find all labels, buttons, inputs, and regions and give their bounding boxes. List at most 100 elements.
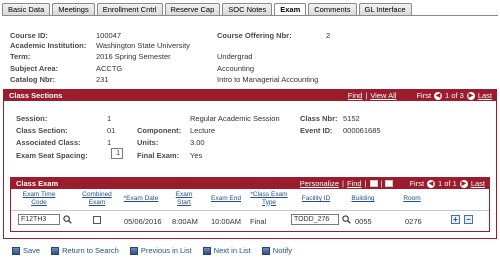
course-id-label: Course ID: (10, 31, 48, 40)
class-exam-title: Class Exam (16, 179, 59, 188)
units-label: Units: (137, 138, 159, 147)
class-exam-grid: Class Exam Personalize | Find | | First … (10, 177, 490, 232)
institution-label: Academic Institution: (10, 41, 87, 50)
course-header: Course ID: 100047 Course Offering Nbr: 2… (10, 31, 490, 91)
row-range: 1 of 3 (445, 91, 464, 100)
prev-arrow-icon[interactable]: ◀ (427, 179, 436, 188)
subject-desc: Accounting (217, 64, 255, 73)
previous-in-list-button[interactable]: Previous in List (128, 245, 194, 256)
building-value: 0055 (355, 217, 372, 226)
view-all-link[interactable]: View All (370, 91, 396, 100)
seat-spacing-input[interactable]: 1 (111, 148, 123, 159)
save-button[interactable]: Save (10, 245, 42, 256)
return-to-search-button[interactable]: Return to Search (49, 245, 121, 256)
facility-id-input[interactable]: TODD_276 (291, 214, 339, 225)
separator: | (380, 179, 383, 188)
tab-gl-interface[interactable]: GL Interface (358, 3, 412, 15)
tab-meetings[interactable]: Meetings (52, 3, 95, 15)
subject-value: ACCTG (96, 64, 123, 73)
lookup-icon[interactable] (342, 215, 351, 224)
class-exam-nav: Personalize | Find | | First ◀ 1 of 1 ▶ … (300, 179, 485, 188)
room-value: 0276 (405, 217, 422, 226)
col-facility-id[interactable]: Facility ID (295, 195, 337, 203)
class-sections-bar: Class Sections Find | View All First ◀ 1… (4, 90, 496, 101)
personalize-link[interactable]: Personalize (300, 179, 339, 188)
find-link[interactable]: Find (348, 91, 363, 100)
next-label: Next in List (213, 246, 251, 255)
last-link[interactable]: Last (478, 91, 492, 100)
combined-exam-checkbox[interactable] (93, 216, 101, 224)
view-all-icon[interactable] (369, 180, 378, 187)
next-arrow-icon[interactable]: ▶ (466, 91, 475, 100)
button-bar: Save Return to Search Previous in List N… (10, 245, 294, 256)
tab-divider (2, 15, 498, 16)
first-label: First (416, 91, 432, 100)
event-id-value: 000061685 (343, 126, 381, 135)
table-row: F12TH3 05/06/2016 8:00AM 10:00AM Final T… (11, 211, 489, 229)
component-label: Component: (137, 126, 182, 135)
class-sections-nav: Find | View All First ◀ 1 of 3 ▶ Last (348, 91, 492, 100)
col-exam-time-code[interactable]: Exam Time Code (17, 191, 61, 206)
class-nbr-value: 5152 (343, 114, 360, 123)
tab-soc-notes[interactable]: SOC Notes (222, 3, 273, 15)
col-exam-date[interactable]: *Exam Date (121, 195, 161, 203)
next-arrow-icon[interactable]: ▶ (459, 179, 468, 188)
exam-start-value: 8:00AM (172, 217, 198, 226)
delete-row-icon[interactable]: − (464, 215, 473, 224)
component-value: Lecture (190, 126, 216, 135)
seat-spacing-label: Exam Seat Spacing: (16, 151, 88, 160)
tab-comments[interactable]: Comments (308, 3, 357, 15)
assoc-class-label: Associated Class: (16, 138, 81, 147)
session-label: Session: (16, 114, 48, 123)
next-icon (202, 246, 211, 255)
col-building[interactable]: Building (345, 195, 381, 203)
class-section-label: Class Section: (16, 126, 68, 135)
offering-value: 2 (326, 31, 331, 40)
next-in-list-button[interactable]: Next in List (201, 245, 253, 256)
notify-label: Notify (272, 246, 292, 255)
row-range: 1 of 1 (438, 179, 457, 188)
career-value: Undergrad (217, 52, 253, 61)
final-exam-label: Final Exam: (137, 151, 180, 160)
previous-icon (129, 246, 138, 255)
col-exam-start[interactable]: Exam Start (169, 191, 199, 206)
exam-date-value: 05/06/2016 (124, 217, 162, 226)
term-value: 2016 Spring Semester (96, 52, 171, 61)
final-exam-value: Yes (190, 151, 203, 160)
notify-button[interactable]: Notify (260, 245, 294, 256)
separator: | (364, 179, 367, 188)
col-combined-exam[interactable]: Combined Exam (77, 191, 117, 206)
course-id-value: 100047 (96, 31, 122, 40)
col-class-exam-type[interactable]: *Class Exam Type (247, 191, 291, 206)
return-label: Return to Search (62, 246, 119, 255)
previous-label: Previous in List (140, 246, 192, 255)
col-exam-end[interactable]: Exam End (207, 195, 245, 203)
separator: | (365, 91, 368, 100)
offering-label: Course Offering Nbr: (217, 31, 292, 40)
tab-enrollment-cntrl[interactable]: Enrollment Cntrl (96, 3, 163, 15)
term-label: Term: (10, 52, 31, 61)
first-label: First (409, 179, 425, 188)
col-room[interactable]: Room (397, 195, 427, 203)
event-id-label: Event ID: (300, 126, 333, 135)
class-section-value: 01 (107, 126, 116, 135)
institution-value: Washington State University (96, 41, 190, 50)
download-icon[interactable] (385, 180, 394, 187)
tab-basic-data[interactable]: Basic Data (2, 3, 51, 15)
return-icon (51, 246, 60, 255)
session-desc: Regular Academic Session (190, 114, 280, 123)
last-link[interactable]: Last (471, 179, 485, 188)
tab-reserve-cap[interactable]: Reserve Cap (164, 3, 221, 15)
catalog-value: 231 (96, 75, 109, 84)
class-sections-title: Class Sections (9, 91, 63, 100)
add-row-icon[interactable]: + (451, 215, 460, 224)
catalog-label: Catalog Nbr: (10, 75, 55, 84)
lookup-icon[interactable] (63, 215, 72, 224)
exam-time-code-input[interactable]: F12TH3 (18, 214, 60, 225)
prev-arrow-icon[interactable]: ◀ (434, 91, 443, 100)
save-icon (12, 246, 20, 255)
find-link[interactable]: Find (347, 179, 362, 188)
session-value: 1 (107, 114, 112, 123)
assoc-class-value: 1 (107, 138, 112, 147)
catalog-desc: Intro to Managerial Accounting (217, 75, 319, 84)
